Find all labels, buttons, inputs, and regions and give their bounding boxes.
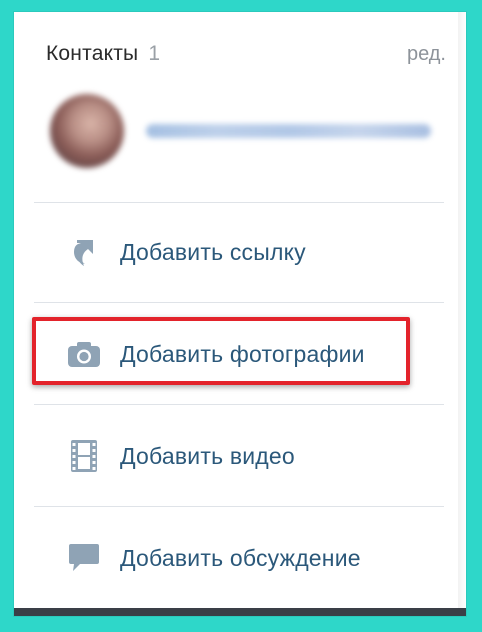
avatar[interactable] (50, 94, 124, 168)
divider (34, 404, 444, 405)
camera-icon (64, 334, 104, 374)
contacts-panel: Контакты 1 ред. Добавить ссылку Добавить… (14, 12, 466, 616)
add-video-button[interactable]: Добавить видео (34, 406, 444, 506)
add-video-label: Добавить видео (120, 442, 295, 469)
page-background: Контакты 1 ред. Добавить ссылку Добавить… (0, 0, 482, 632)
panel-bottom-bar (14, 608, 466, 616)
add-photos-label: Добавить фотографии (120, 340, 365, 367)
add-discussion-label: Добавить обсуждение (120, 544, 361, 571)
divider (34, 506, 444, 507)
divider (34, 302, 444, 303)
film-icon (64, 436, 104, 476)
contact-entry[interactable] (50, 94, 440, 168)
contact-name-blurred[interactable] (146, 124, 431, 138)
add-link-label: Добавить ссылку (120, 238, 306, 265)
link-arrow-icon (64, 232, 104, 272)
add-link-button[interactable]: Добавить ссылку (34, 202, 444, 302)
edit-link[interactable]: ред. (407, 43, 446, 66)
contacts-header: Контакты 1 ред. (46, 40, 446, 68)
contacts-count: 1 (148, 42, 160, 65)
contacts-title: Контакты (46, 42, 139, 65)
add-discussion-button[interactable]: Добавить обсуждение (34, 508, 444, 608)
add-photos-button[interactable]: Добавить фотографии (34, 304, 444, 404)
panel-edge-shadow (458, 12, 466, 616)
speech-bubble-icon (64, 538, 104, 578)
